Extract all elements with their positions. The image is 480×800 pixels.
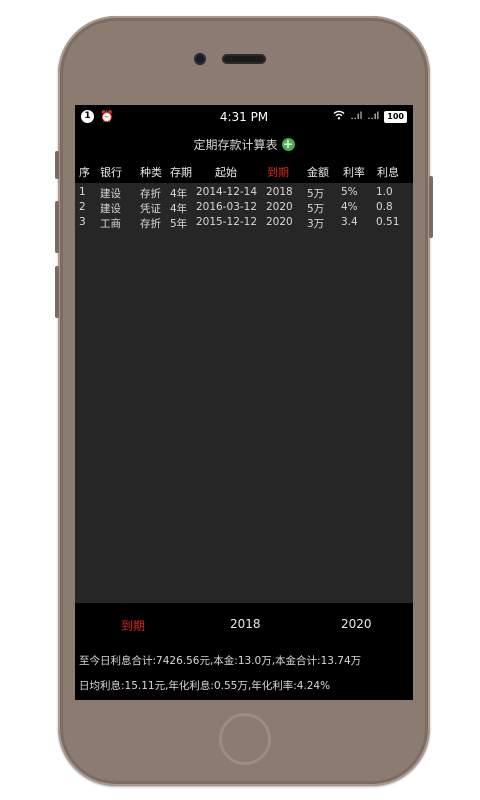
add-icon[interactable]: + [281,137,295,151]
cell-rate: 4% [341,201,358,213]
cell-start: 2014-12-14 [196,186,258,198]
cell-due: 2020 [266,201,293,213]
signal-icon: ..ıl [350,111,363,122]
cell-bank: 建设 [100,188,121,200]
cell-start: 2016-03-12 [196,201,258,213]
cell-interest: 0.51 [376,216,400,228]
due-filter-label[interactable]: 到期 [121,617,145,634]
interest-summary: 至今日利息合计:7426.56元,本金:13.0万,本金合计:13.74万 [79,655,362,667]
summary-panel: 到期 2018 2020 至今日利息合计:7426.56元,本金:13.0万,本… [75,603,413,700]
cell-amount: 5万 [307,203,325,215]
cell-bank: 工商 [100,218,121,230]
cell-start: 2015-12-12 [196,216,258,228]
page-title: 定期存款计算表 [193,137,278,152]
cell-index: 3 [79,216,86,228]
screen: 1 ⏰ 4:31 PM ..ıl ..ıl 100 定期存款计算表 + 序 银行… [75,105,413,700]
daily-interest-summary: 日均利息:15.11元,年化利息:0.55万,年化利率:4.24% [79,680,331,692]
title-bar: 定期存款计算表 + [75,129,413,159]
power-button [429,176,433,238]
cell-index: 1 [79,186,86,198]
table-row[interactable]: 3 工商 存折 5年 2015-12-12 2020 3万 3.4 0.51 [75,215,413,230]
header-rate[interactable]: 利率 [343,164,365,180]
due-filter-row: 到期 2018 2020 [75,611,413,635]
due-year-2018[interactable]: 2018 [230,617,261,631]
header-term[interactable]: 存期 [170,164,192,180]
status-bar: 1 ⏰ 4:31 PM ..ıl ..ıl 100 [75,105,413,129]
cell-type: 存折 [140,188,161,200]
table-row[interactable]: 1 建设 存折 4年 2014-12-14 2018 5万 5% 1.0 [75,185,413,200]
cell-bank: 建设 [100,203,121,215]
cell-term: 4年 [170,203,188,215]
front-camera [194,53,206,65]
cell-due: 2020 [266,216,293,228]
cell-interest: 0.8 [376,201,393,213]
cell-amount: 3万 [307,218,325,230]
cell-rate: 5% [341,186,358,198]
cell-type: 凭证 [140,203,161,215]
cell-amount: 5万 [307,188,325,200]
battery-icon: 100 [384,110,407,123]
volume-up-button [55,201,59,253]
cell-due: 2018 [266,186,293,198]
header-index[interactable]: 序 [79,164,90,180]
cell-interest: 1.0 [376,186,393,198]
earpiece-speaker [222,54,266,64]
signal-icon: ..ıl [367,111,380,122]
cell-term: 5年 [170,218,188,230]
cell-term: 4年 [170,188,188,200]
header-due[interactable]: 到期 [267,164,289,180]
cell-type: 存折 [140,218,161,230]
cell-rate: 3.4 [341,216,358,228]
header-interest[interactable]: 利息 [377,164,399,180]
cell-index: 2 [79,201,86,213]
wifi-icon [333,110,345,123]
header-amount[interactable]: 金额 [307,164,329,180]
home-button[interactable] [219,713,271,765]
table-row[interactable]: 2 建设 凭证 4年 2016-03-12 2020 5万 4% 0.8 [75,200,413,215]
mute-switch [55,151,59,179]
table-header: 序 银行 种类 存期 起始 到期 金额 利率 利息 [75,159,413,183]
header-start[interactable]: 起始 [215,164,237,180]
volume-down-button [55,266,59,318]
header-bank[interactable]: 银行 [100,164,122,180]
due-year-2020[interactable]: 2020 [341,617,372,631]
header-type[interactable]: 种类 [140,164,162,180]
